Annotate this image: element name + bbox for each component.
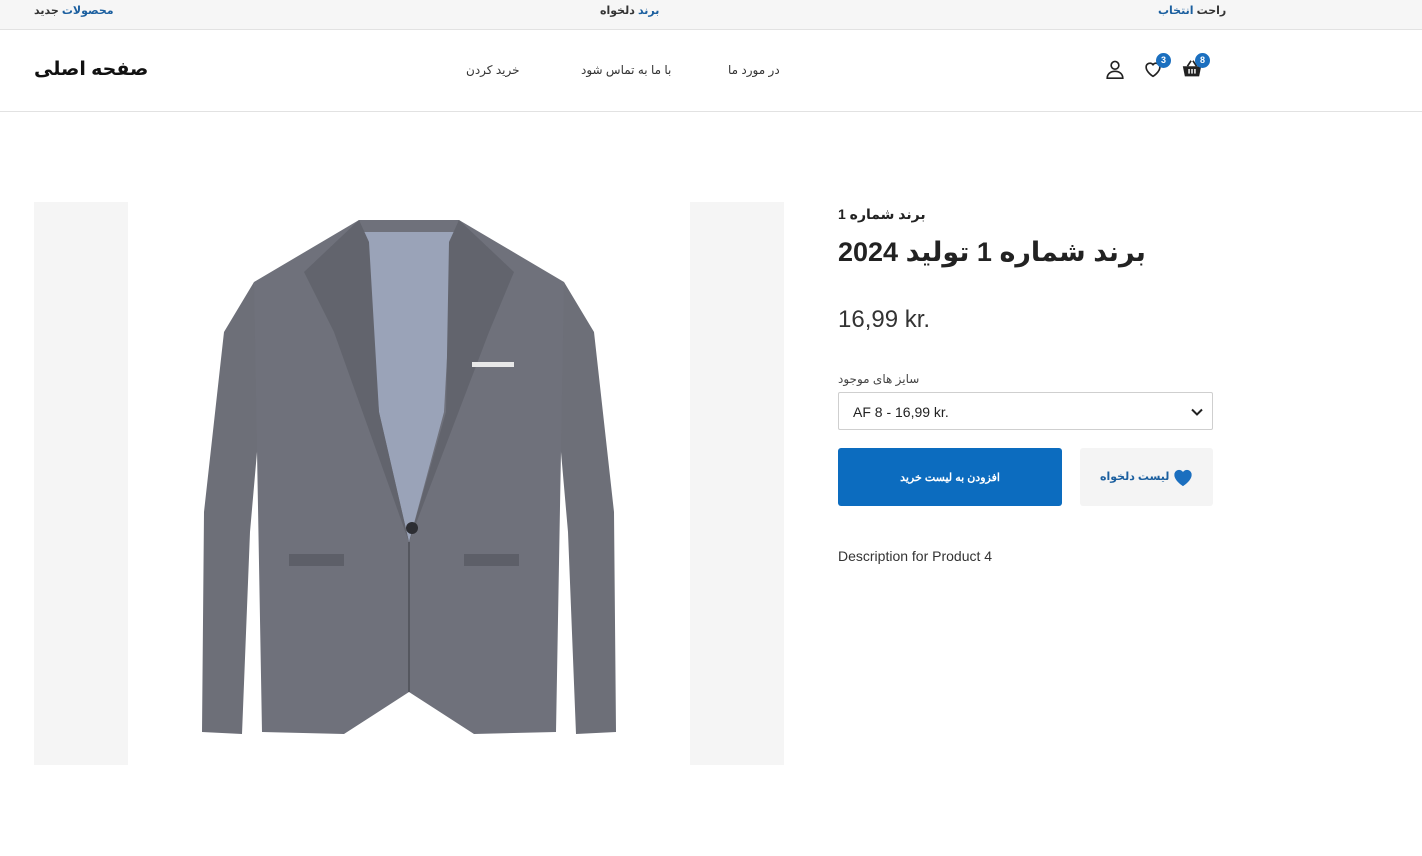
wishlist-header-button[interactable]: 3: [1142, 53, 1171, 84]
product-brand: برند شماره 1: [838, 206, 926, 222]
product-description: Description for Product 4: [838, 548, 993, 564]
announcement-plain: جدید: [34, 5, 59, 17]
wishlist-button-label: لیست دلخواه: [1100, 471, 1170, 483]
announcement-new-products: محصولات جدید: [34, 4, 114, 17]
announcement-accent: برند: [637, 5, 660, 17]
product-title: برند شماره 1 تولید 2024: [838, 237, 1146, 267]
product-actions: افزودن به لیست خرید لیست دلخواه: [838, 448, 1214, 506]
nav-about[interactable]: در مورد ما: [728, 63, 780, 77]
add-to-cart-button[interactable]: افزودن به لیست خرید: [838, 448, 1062, 506]
gallery-next-area[interactable]: [690, 202, 784, 765]
home-logo-link[interactable]: صفحه اصلی: [34, 58, 148, 81]
product-price: 16,99 kr.: [838, 306, 931, 333]
gallery-prev-area[interactable]: [34, 202, 128, 765]
cart-count-badge: 8: [1195, 53, 1210, 68]
chevron-down-icon: [1191, 408, 1203, 416]
heart-icon: [1174, 469, 1192, 487]
nav-shop[interactable]: خرید کردن: [466, 63, 520, 77]
account-button[interactable]: [1104, 58, 1130, 84]
nav-contact[interactable]: با ما به تماس شود: [581, 63, 671, 77]
announcement-plain: دلخواه: [600, 5, 635, 17]
announcement-easy-choice: راحت انتخاب: [1158, 4, 1226, 17]
announcement-accent: انتخاب: [1158, 5, 1194, 17]
product-gallery: [34, 202, 784, 765]
announcement-plain: راحت: [1196, 5, 1227, 17]
site-header: صفحه اصلی خرید کردن با ما به تماس شود در…: [0, 30, 1422, 112]
user-icon: [1106, 60, 1124, 79]
announcement-bar: محصولات جدید برند دلخواه راحت انتخاب: [0, 0, 1422, 30]
announcement-brand: برند دلخواه: [600, 4, 659, 17]
size-select-value: AF 8 - 16,99 kr.: [853, 404, 949, 420]
product-image-jacket: [202, 220, 616, 734]
cart-button[interactable]: 8: [1181, 53, 1210, 84]
add-to-wishlist-button[interactable]: لیست دلخواه: [1080, 448, 1213, 506]
size-select[interactable]: AF 8 - 16,99 kr.: [838, 392, 1213, 430]
announcement-accent: محصولات: [61, 5, 114, 17]
product-details: برند شماره 1 برند شماره 1 تولید 2024 16,…: [838, 200, 1214, 564]
size-label: سایز های موجود: [838, 372, 920, 386]
wishlist-count-badge: 3: [1156, 53, 1171, 68]
